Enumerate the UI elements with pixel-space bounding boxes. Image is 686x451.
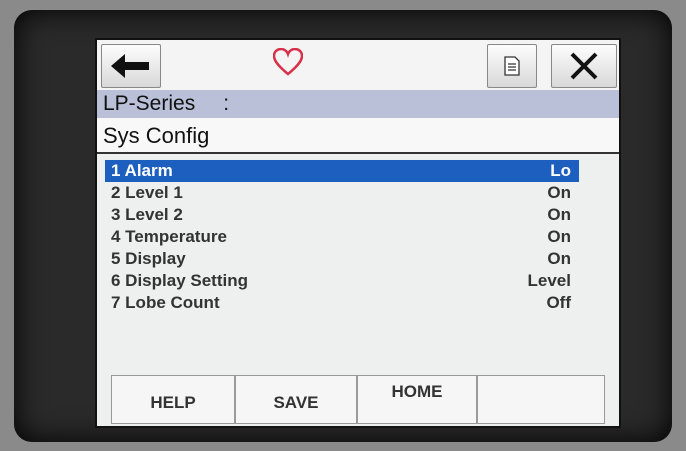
menu-item-label: 4 Temperature [111,227,227,246]
menu-item-level-1[interactable]: 2 Level 1 On [105,182,579,204]
menu-item-display-setting[interactable]: 6 Display Setting Level [105,270,579,292]
close-button[interactable] [551,44,617,88]
menu-item-value: Lo [550,161,571,180]
save-button[interactable]: SAVE [235,375,357,424]
document-icon [504,56,520,76]
title-separator: : [223,92,230,115]
menu-item-lobe-count[interactable]: 7 Lobe Count Off [105,292,579,314]
toolbar [97,40,619,90]
menu-item-value: On [547,183,571,202]
menu-item-value: On [547,227,571,246]
menu-item-alarm[interactable]: 1 Alarm Lo [105,160,579,182]
config-menu-list: 1 Alarm Lo 2 Level 1 On 3 Level 2 On 4 T… [105,160,579,314]
device-title-bar: LP-Series: [97,90,619,118]
heart-icon[interactable] [273,48,303,76]
footer-bar: HELP SAVE HOME [97,373,619,426]
menu-item-level-2[interactable]: 3 Level 2 On [105,204,579,226]
menu-item-label: 5 Display [111,249,186,268]
menu-item-label: 3 Level 2 [111,205,183,224]
menu-item-value: On [547,205,571,224]
menu-item-label: 1 Alarm [111,161,173,180]
page-title: Sys Config [97,118,619,154]
home-button[interactable]: HOME [357,375,477,424]
menu-item-value: Level [527,271,571,290]
blank-soft-button[interactable] [477,375,605,424]
menu-item-display[interactable]: 5 Display On [105,248,579,270]
menu-item-label: 2 Level 1 [111,183,183,202]
menu-item-label: 7 Lobe Count [111,293,220,312]
menu-item-value: On [547,249,571,268]
back-button[interactable] [101,44,161,88]
document-button[interactable] [487,44,537,88]
back-arrow-icon [111,54,149,78]
menu-item-temperature[interactable]: 4 Temperature On [105,226,579,248]
menu-item-value: Off [546,293,571,312]
close-icon [570,52,598,80]
menu-item-label: 6 Display Setting [111,271,248,290]
help-button[interactable]: HELP [111,375,235,424]
touch-screen: LP-Series: Sys Config 1 Alarm Lo 2 Level… [95,38,621,428]
device-title: LP-Series [103,92,196,115]
